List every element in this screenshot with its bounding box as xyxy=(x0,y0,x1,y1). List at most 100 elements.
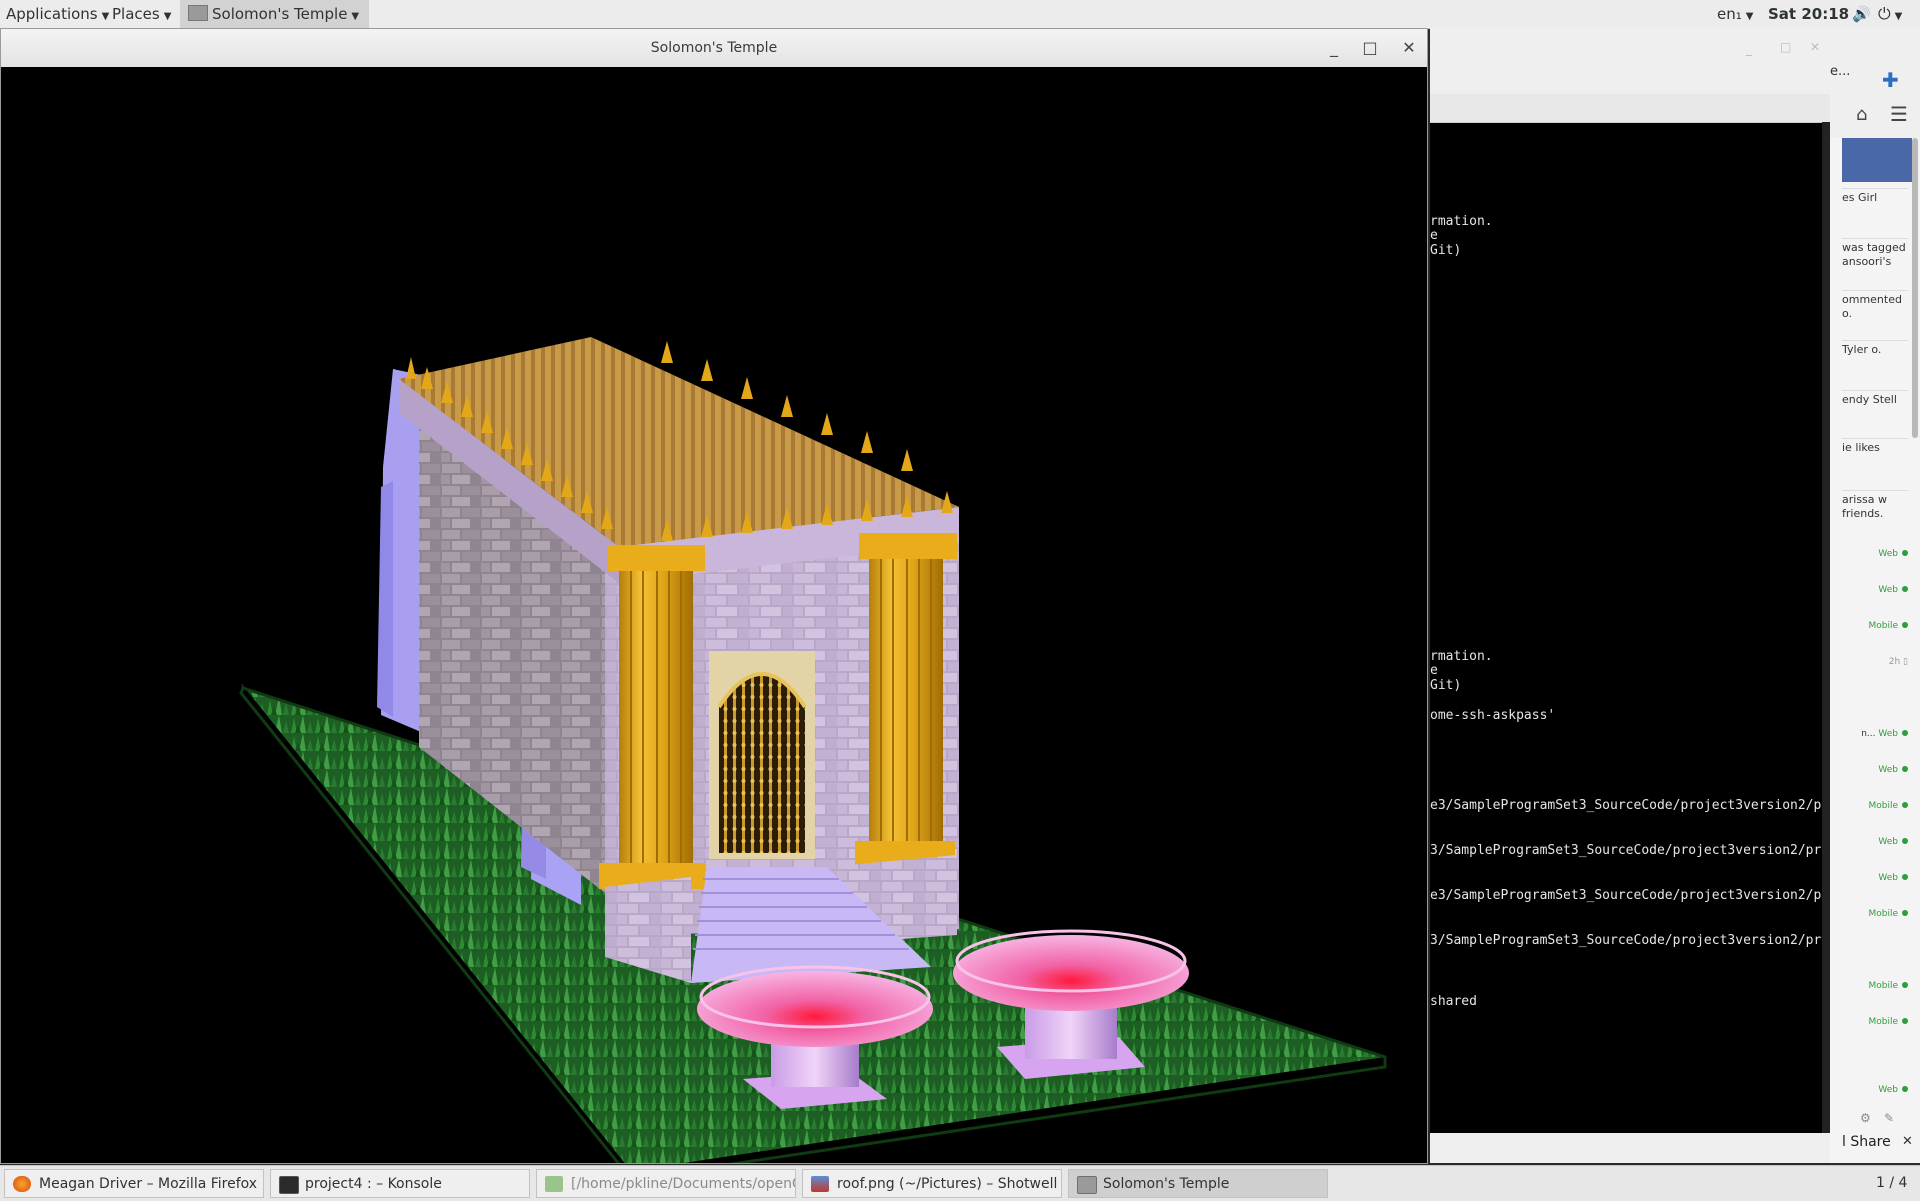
terminal-icon xyxy=(279,1176,299,1194)
taskbar-item-editor[interactable]: [/home/pkline/Documents/openGL... xyxy=(536,1169,796,1198)
home-icon[interactable]: ⌂ xyxy=(1856,104,1867,125)
firefox-scrollbar[interactable] xyxy=(1912,138,1918,438)
online-dot-icon xyxy=(1902,874,1908,880)
caret-down-icon: ▼ xyxy=(1894,11,1903,22)
chat-settings-icon[interactable]: ⚙ xyxy=(1860,1111,1871,1125)
golden-gate xyxy=(719,674,805,853)
chat-contact[interactable]: Mobile xyxy=(1842,909,1908,919)
konsole-minimize-icon[interactable]: _ xyxy=(1746,42,1752,56)
terminal-line: rmation. xyxy=(1430,214,1493,229)
notification-item[interactable]: ie likes xyxy=(1842,438,1908,455)
online-dot-icon xyxy=(1902,730,1908,736)
online-dot-icon xyxy=(1902,622,1908,628)
app-menu[interactable]: Solomon's Temple ▼ xyxy=(180,0,370,28)
chat-status: Web xyxy=(1878,1085,1898,1095)
applications-label: Applications xyxy=(6,5,98,23)
konsole-window: _ □ ✕ rmation. e Git) rmation. e Git) om… xyxy=(1430,28,1830,1163)
chat-contact[interactable]: Mobile xyxy=(1842,621,1908,631)
online-dot-icon xyxy=(1902,910,1908,916)
notification-item[interactable]: was tagged ansoori's xyxy=(1842,238,1908,269)
solomons-temple-window: Solomon's Temple _ □ ✕ xyxy=(0,28,1428,1181)
chat-status: Web xyxy=(1878,729,1898,739)
online-dot-icon xyxy=(1902,1018,1908,1024)
temple-scene xyxy=(239,337,1387,1181)
column-capital xyxy=(859,533,957,559)
chat-status: Mobile xyxy=(1868,909,1898,919)
terminal-line: shared xyxy=(1430,994,1477,1009)
terminal-line: e3/SampleProgramSet3_SourceCode/project3… xyxy=(1430,798,1822,813)
applications-menu[interactable]: Applications ▼ xyxy=(6,0,109,28)
chat-name: n... xyxy=(1861,729,1876,739)
terminal-line: Git) xyxy=(1430,243,1462,258)
terminal-line: rmation. xyxy=(1430,649,1493,664)
konsole-close-icon[interactable]: ✕ xyxy=(1810,40,1820,54)
chat-contact[interactable]: n... Web xyxy=(1842,729,1908,739)
volume-icon[interactable]: 🔊 xyxy=(1852,0,1871,28)
terminal-line: 3/SampleProgramSet3_SourceCode/project3v… xyxy=(1430,843,1822,858)
konsole-maximize-icon[interactable]: □ xyxy=(1780,40,1791,54)
chat-status: Mobile xyxy=(1868,621,1898,631)
chat-contact[interactable]: Mobile xyxy=(1842,801,1908,811)
firefox-toolbar: e... ✚ ⌂ ☰ xyxy=(1830,28,1920,138)
close-button[interactable]: ✕ xyxy=(1396,35,1422,61)
chat-status: Mobile xyxy=(1868,981,1898,991)
chat-contact[interactable]: Web xyxy=(1842,585,1908,595)
editor-icon xyxy=(545,1176,563,1192)
notification-item[interactable]: endy Stell xyxy=(1842,390,1908,407)
terminal-scrollbar[interactable] xyxy=(1822,122,1830,1133)
power-icon[interactable]: ⏻ ▼ xyxy=(1878,0,1902,28)
opengl-canvas[interactable] xyxy=(1,67,1427,1181)
minimize-button[interactable]: _ xyxy=(1321,35,1347,61)
notification-item[interactable]: Tyler o. xyxy=(1842,340,1908,357)
clock[interactable]: Sat 20:18 xyxy=(1768,0,1849,28)
taskbar-item-shotwell[interactable]: roof.png (~/Pictures) – Shotwell xyxy=(802,1169,1062,1198)
chat-contact[interactable]: Mobile xyxy=(1842,1017,1908,1027)
window-title: Solomon's Temple xyxy=(650,40,778,56)
app-window-icon xyxy=(188,5,208,21)
keyboard-layout-label: en₁ xyxy=(1717,5,1742,23)
taskbar-item-firefox[interactable]: Meagan Driver – Mozilla Firefox xyxy=(4,1169,264,1198)
hamburger-menu-icon[interactable]: ☰ xyxy=(1890,102,1908,126)
chat-status: Web xyxy=(1878,765,1898,775)
chat-contact[interactable]: Web xyxy=(1842,1085,1908,1095)
window-titlebar[interactable]: Solomon's Temple _ □ ✕ xyxy=(1,29,1427,68)
taskbar-item-solomons-temple[interactable]: Solomon's Temple xyxy=(1068,1169,1328,1198)
online-dot-icon xyxy=(1902,982,1908,988)
right-bronze-basin xyxy=(953,935,1189,1011)
notification-item[interactable]: ommented o. xyxy=(1842,290,1908,321)
notification-item[interactable]: es Girl xyxy=(1842,188,1908,205)
taskbar-item-label: project4 : – Konsole xyxy=(305,1176,442,1192)
share-button[interactable]: l Share xyxy=(1842,1134,1891,1150)
app-menu-label: Solomon's Temple xyxy=(212,5,348,23)
places-menu[interactable]: Places ▼ xyxy=(112,0,171,28)
chat-status: Web xyxy=(1878,873,1898,883)
chat-contact[interactable]: Web xyxy=(1842,765,1908,775)
caret-down-icon: ▼ xyxy=(1745,11,1754,22)
top-panel: Applications ▼ Places ▼ Solomon's Temple ▼ … xyxy=(0,0,1920,29)
workspace-pager[interactable]: 1 / 4 xyxy=(1876,1166,1907,1201)
chat-contact[interactable]: Mobile xyxy=(1842,981,1908,991)
online-dot-icon xyxy=(1902,586,1908,592)
chat-status: Web xyxy=(1878,549,1898,559)
taskbar-item-konsole[interactable]: project4 : – Konsole xyxy=(270,1169,530,1198)
chat-contact[interactable]: 2h ▯ xyxy=(1842,657,1908,667)
shotwell-icon xyxy=(811,1176,829,1192)
chat-contact[interactable]: Web xyxy=(1842,873,1908,883)
online-dot-icon xyxy=(1902,766,1908,772)
chat-contact[interactable]: Web xyxy=(1842,549,1908,559)
chat-contact[interactable]: Web xyxy=(1842,837,1908,847)
firefox-icon xyxy=(13,1176,31,1192)
chat-status: Web xyxy=(1878,837,1898,847)
keyboard-layout-menu[interactable]: en₁ ▼ xyxy=(1717,0,1753,28)
konsole-titlebar: _ □ ✕ xyxy=(1430,28,1830,94)
new-tab-icon[interactable]: ✚ xyxy=(1882,68,1899,92)
online-dot-icon xyxy=(1902,838,1908,844)
compose-icon[interactable]: ✎ xyxy=(1884,1111,1894,1125)
chat-status: Mobile xyxy=(1868,801,1898,811)
chat-status: Web xyxy=(1878,585,1898,595)
maximize-button[interactable]: □ xyxy=(1357,35,1383,61)
caret-down-icon: ▼ xyxy=(163,11,172,22)
firefox-tab[interactable]: e... xyxy=(1830,64,1870,79)
notification-item[interactable]: arissa w friends. xyxy=(1842,490,1908,521)
share-close-icon[interactable]: ✕ xyxy=(1902,1134,1913,1149)
